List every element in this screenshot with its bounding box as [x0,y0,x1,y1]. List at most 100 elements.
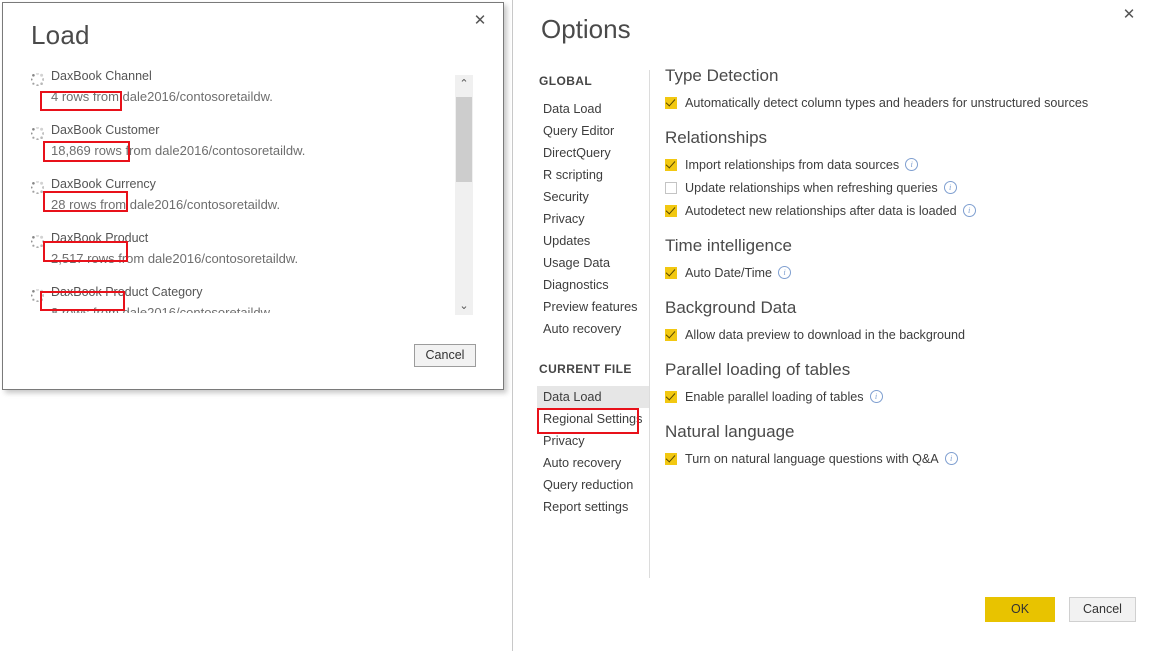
load-item-source: rom dale2016/contosoretaildw. [121,251,299,266]
scrollbar-thumb[interactable] [456,97,472,182]
load-item-source: from dale2016/contosoretaildw. [121,143,306,158]
nav-item-current-file-query-reduction[interactable]: Query reduction [537,474,649,496]
load-item-detail: 8 rows from dale2016/contosoretaildw. [51,305,273,313]
nav-group-title-current-file: CURRENT FILE [539,362,632,376]
info-icon[interactable]: i [944,452,958,465]
scroll-down-icon[interactable]: ⌄ [455,297,473,315]
checkbox-checked[interactable] [665,96,677,109]
load-item: DaxBook Currency 28 rows from dale2016/co… [31,177,443,218]
cancel-button[interactable]: Cancel [1069,597,1136,622]
options-content: Type Detection Automatically detect colum… [665,64,1135,482]
nav-item-global-data-load[interactable]: Data Load [537,98,649,120]
load-items-list: DaxBook Channel 4 rows from dale2016/cont… [31,69,443,313]
nav-item-global-security[interactable]: Security [537,186,649,208]
option-label: Import relationships from data sources [685,157,900,172]
checkbox-checked[interactable] [665,452,677,465]
load-item-name: DaxBook Product Category [51,285,203,299]
info-icon[interactable]: i [869,390,883,403]
loading-spinner-icon [31,126,45,141]
load-item-name: DaxBook Channel [51,69,152,83]
nav-item-current-file-privacy[interactable]: Privacy [537,430,649,452]
nav-group-title-global: GLOBAL [539,74,593,88]
ok-button[interactable]: OK [985,597,1055,622]
checkbox-checked[interactable] [665,204,677,217]
option-label: Update relationships when refreshing que… [685,180,938,195]
section-heading: Relationships [665,128,768,147]
nav-group-gap [539,340,649,362]
load-item: DaxBook Channel 4 rows from dale2016/cont… [31,69,443,110]
nav-item-global-usage-data[interactable]: Usage Data [537,252,649,274]
option-label: Enable parallel loading of tables [685,389,864,404]
sidebar-divider [649,70,650,578]
section-heading: Background Data [665,298,797,317]
nav-item-global-query-editor[interactable]: Query Editor [537,120,649,142]
nav-item-current-file-report-settings[interactable]: Report settings [537,496,649,518]
options-sidebar: GLOBAL Data Load Query Editor DirectQuery R … [537,74,649,518]
nav-item-global-updates[interactable]: Updates [537,230,649,252]
nav-item-global-r-scripting[interactable]: R scripting [537,164,649,186]
option-label: Automatically detect column types and he… [685,95,1089,110]
info-icon[interactable]: i [943,181,957,194]
load-item-source: dale2016/contosoretaildw. [118,305,273,313]
info-icon[interactable]: i [778,266,792,279]
checkbox-unchecked[interactable] [665,181,677,194]
load-item-row-count: 18,869 rows [51,143,122,158]
option-label: Autodetect new relationships after data … [685,203,957,218]
loading-spinner-icon [31,288,45,303]
options-title: Options [541,14,631,44]
checkbox-checked[interactable] [665,266,677,279]
nav-item-global-auto-recovery[interactable]: Auto recovery [537,318,649,340]
scroll-up-icon[interactable]: ⌃ [455,75,473,93]
section-heading: Parallel loading of tables [665,360,851,379]
loading-spinner-icon [31,72,45,87]
options-footer: OK Cancel [985,597,1136,622]
nav-item-current-file-auto-recovery[interactable]: Auto recovery [537,452,649,474]
option-label: Allow data preview to download in the ba… [685,327,966,342]
option-row: Turn on natural language questions with … [665,448,1135,469]
nav-item-global-diagnostics[interactable]: Diagnostics [537,274,649,296]
options-dialog: Options ✕ GLOBAL Data Load Query Editor Dir… [512,0,1150,651]
load-item-row-count: 28 rows from [51,197,127,212]
load-item: DaxBook Product 2,517 rows from dale2016/… [31,231,443,272]
load-item-detail: 28 rows from dale2016/contosoretaildw. [51,197,280,212]
option-row: Allow data preview to download in the ba… [665,324,1135,345]
load-item-row-count: 2,517 rows f [51,251,122,266]
section-heading: Type Detection [665,66,779,85]
load-dialog-title: Load [31,20,90,50]
option-row: Automatically detect column types and he… [665,92,1135,113]
checkbox-checked[interactable] [665,158,677,171]
load-item-detail: 2,517 rows from dale2016/contosoretaildw… [51,251,298,266]
info-icon[interactable]: i [962,204,976,217]
option-label: Auto Date/Time [685,265,773,280]
section-heading: Time intelligence [665,236,792,255]
load-item-name: DaxBook Product [51,231,149,245]
load-item-name: DaxBook Customer [51,123,160,137]
option-row: Update relationships when refreshing que… [665,177,1135,198]
nav-item-global-directquery[interactable]: DirectQuery [537,142,649,164]
nav-item-current-file-data-load[interactable]: Data Load [537,386,649,408]
loading-spinner-icon [31,234,45,249]
load-dialog: Load ✕ DaxBook Channel 4 rows from dale20… [2,2,504,390]
nav-item-global-preview-features[interactable]: Preview features [537,296,649,318]
option-row: Autodetect new relationships after data … [665,200,1135,221]
load-item: DaxBook Product Category 8 rows from dale… [31,285,443,313]
nav-item-global-privacy[interactable]: Privacy [537,208,649,230]
info-icon[interactable]: i [905,158,919,171]
load-item-source: dale2016/contosoretaildw. [126,197,281,212]
option-label: Turn on natural language questions with … [685,451,939,466]
checkbox-checked[interactable] [665,328,677,341]
close-icon[interactable]: ✕ [465,8,495,34]
checkbox-checked[interactable] [665,390,677,403]
load-cancel-button[interactable]: Cancel [414,344,476,367]
nav-item-current-file-regional-settings[interactable]: Regional Settings [537,408,649,430]
option-row: Enable parallel loading of tables i [665,386,1135,407]
load-item-detail: 4 rows from dale2016/contosoretaildw. [51,89,273,104]
close-icon[interactable]: ✕ [1114,2,1144,28]
load-list-scrollbar[interactable]: ⌃ ⌄ [455,75,473,315]
